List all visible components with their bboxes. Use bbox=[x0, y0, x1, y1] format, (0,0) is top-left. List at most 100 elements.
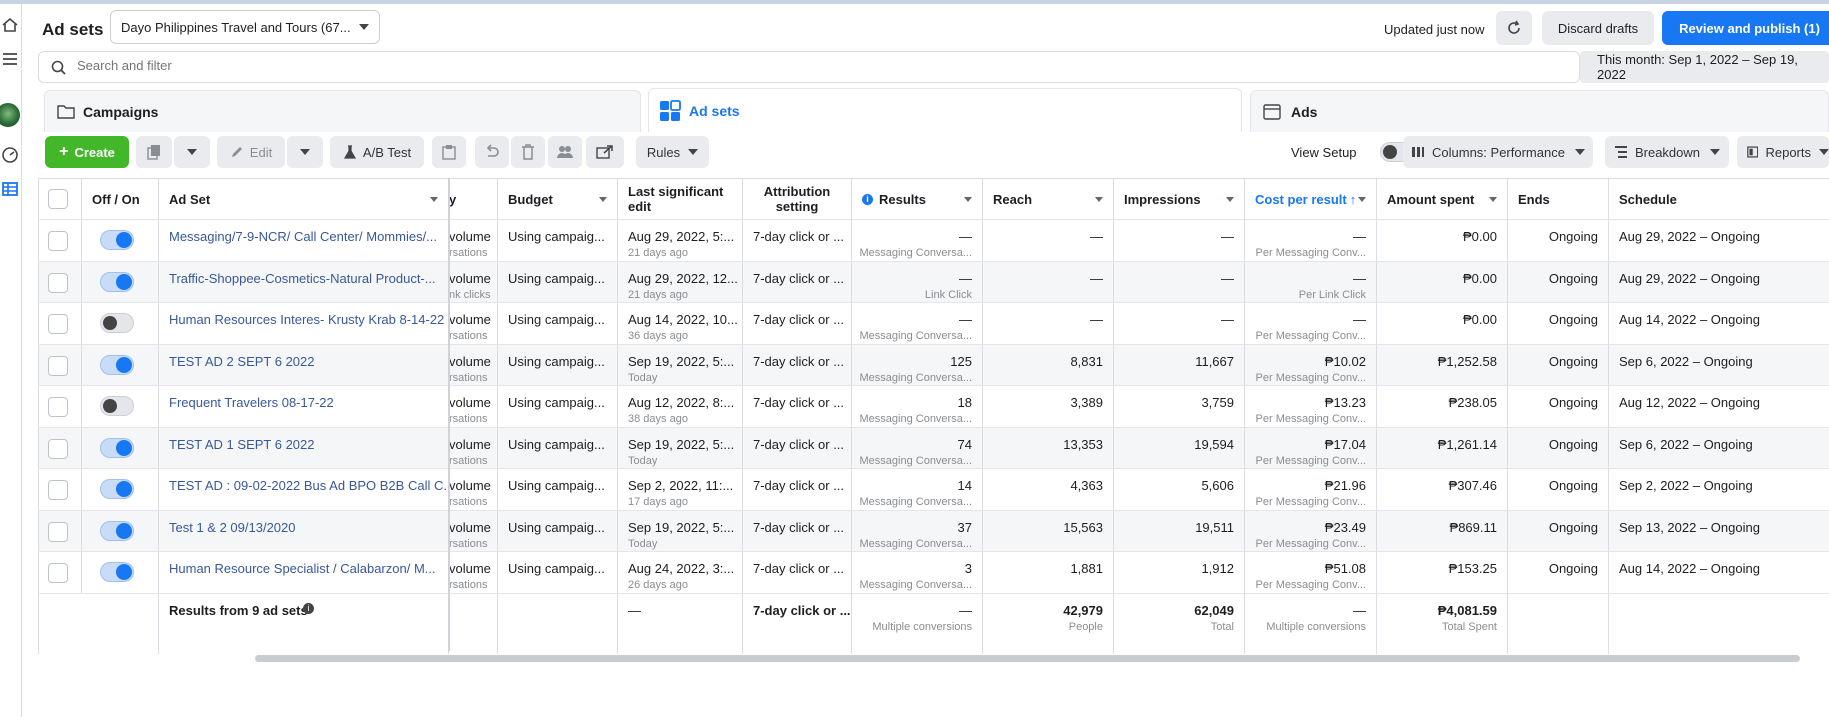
results-subtext: Messaging Conversa... bbox=[859, 247, 973, 259]
col-off-on[interactable]: Off / On bbox=[82, 179, 159, 219]
home-icon[interactable] bbox=[1, 16, 19, 34]
attr-value: 7-day click or ... bbox=[753, 478, 845, 493]
table-row[interactable]: Human Resource Specialist / Calabarzon/ … bbox=[38, 552, 1829, 594]
delivery-toggle[interactable] bbox=[100, 437, 134, 458]
edit-dropdown[interactable] bbox=[287, 136, 323, 168]
audience-button[interactable] bbox=[548, 136, 582, 168]
col-delivery[interactable]: y bbox=[449, 179, 498, 219]
discard-drafts-button[interactable]: Discard drafts bbox=[1542, 11, 1654, 45]
ad-set-name-link[interactable]: Messaging/7-9-NCR/ Call Center/ Mommies/… bbox=[169, 229, 437, 244]
delivery-toggle[interactable] bbox=[100, 271, 134, 292]
del-value: volume bbox=[449, 478, 491, 493]
col-reach[interactable]: Reach bbox=[983, 179, 1114, 219]
row-checkbox[interactable] bbox=[48, 438, 68, 459]
view-setup-label: View Setup bbox=[1291, 145, 1357, 160]
review-publish-button[interactable]: Review and publish (1) bbox=[1662, 11, 1829, 45]
menu-icon[interactable] bbox=[1, 50, 19, 68]
table-row[interactable]: Test 1 & 2 09/13/2020 volume rsations Using… bbox=[38, 510, 1829, 552]
table-row[interactable]: TEST AD 1 SEPT 6 2022 volume rsations Using… bbox=[38, 427, 1829, 469]
col-results[interactable]: i Results bbox=[852, 179, 983, 219]
account-selector[interactable]: Dayo Philippines Travel and Tours (67... bbox=[110, 10, 380, 44]
ad-set-name-link[interactable]: Traffic-Shoppee-Cosmetics-Natural Produc… bbox=[169, 271, 436, 286]
delivery-toggle[interactable] bbox=[100, 520, 134, 541]
duplicate-button[interactable] bbox=[136, 136, 172, 168]
reach-value: 8,831 bbox=[1070, 353, 1103, 369]
search-bar[interactable] bbox=[38, 51, 1580, 83]
avatar[interactable] bbox=[0, 103, 20, 127]
cpr-value: ₱10.02 bbox=[1324, 353, 1366, 369]
col-ends[interactable]: Ends bbox=[1508, 179, 1609, 219]
ad-set-name-link[interactable]: Test 1 & 2 09/13/2020 bbox=[169, 520, 295, 535]
ad-set-name-link[interactable]: Human Resources Interes- Krusty Krab 8-1… bbox=[169, 312, 444, 327]
del-subtext: rsations bbox=[449, 454, 488, 467]
ad-set-name-link[interactable]: TEST AD 2 SEPT 6 2022 bbox=[169, 354, 315, 369]
breakdown-button[interactable]: Breakdown bbox=[1605, 136, 1729, 168]
table-row[interactable]: Traffic-Shoppee-Cosmetics-Natural Produc… bbox=[38, 261, 1829, 303]
ad-set-name-cell: TEST AD : 09-02-2022 Bus Ad BPO B2B Call… bbox=[159, 469, 449, 510]
delivery-toggle[interactable] bbox=[100, 354, 134, 375]
tab-ads[interactable]: Ads bbox=[1250, 90, 1829, 132]
clipboard-button[interactable] bbox=[432, 136, 466, 168]
row-checkbox[interactable] bbox=[48, 563, 68, 583]
row-checkbox[interactable] bbox=[48, 397, 68, 417]
delivery-toggle[interactable] bbox=[100, 396, 134, 416]
undo-button[interactable] bbox=[475, 136, 509, 168]
reports-button[interactable]: Reports bbox=[1737, 136, 1829, 168]
col-cost-per-result[interactable]: Cost per result ↑ bbox=[1245, 179, 1377, 219]
col-attribution[interactable]: Attribution setting bbox=[743, 179, 852, 219]
results-subtext: Messaging Conversa... bbox=[859, 496, 973, 508]
table-row[interactable]: TEST AD 2 SEPT 6 2022 volume rsations Using… bbox=[38, 344, 1829, 386]
col-schedule[interactable]: Schedule bbox=[1609, 179, 1829, 219]
refresh-button[interactable] bbox=[1496, 11, 1532, 45]
ab-test-button[interactable]: A/B Test bbox=[330, 136, 424, 168]
col-budget[interactable]: Budget bbox=[498, 179, 618, 219]
tab-campaigns[interactable]: Campaigns bbox=[44, 90, 641, 132]
select-all-checkbox[interactable] bbox=[48, 189, 68, 209]
budget-value: Using campaig... bbox=[508, 519, 605, 535]
cell-impr: 19,594 bbox=[1114, 427, 1245, 468]
cell-schedule: Aug 29, 2022 – Ongoing bbox=[1609, 262, 1829, 303]
tab-ad-sets[interactable]: Ad sets bbox=[648, 88, 1242, 132]
delivery-toggle[interactable] bbox=[100, 313, 134, 333]
rules-button[interactable]: Rules bbox=[636, 136, 709, 168]
table-icon[interactable] bbox=[1, 180, 19, 198]
cell-cpr: ₱17.04 Per Messaging Conv... bbox=[1245, 427, 1377, 468]
row-checkbox[interactable] bbox=[48, 521, 68, 542]
table-row[interactable]: Human Resources Interes- Krusty Krab 8-1… bbox=[38, 303, 1829, 345]
columns-button[interactable]: Columns: Performance bbox=[1403, 136, 1593, 168]
delivery-toggle[interactable] bbox=[100, 562, 134, 582]
row-checkbox[interactable] bbox=[48, 272, 68, 293]
col-last-edit[interactable]: Last significant edit bbox=[618, 179, 743, 219]
info-icon[interactable]: i bbox=[303, 603, 314, 614]
horizontal-scrollbar[interactable] bbox=[255, 655, 1800, 662]
edit-button[interactable]: Edit bbox=[217, 136, 285, 168]
gauge-icon[interactable] bbox=[1, 146, 19, 164]
ad-set-name-link[interactable]: Human Resource Specialist / Calabarzon/ … bbox=[169, 561, 436, 576]
date-range-picker[interactable]: This month: Sep 1, 2022 – Sep 19, 2022 bbox=[1580, 51, 1829, 83]
create-button[interactable]: + Create bbox=[45, 136, 129, 168]
delete-button[interactable] bbox=[511, 136, 545, 168]
delivery-toggle[interactable] bbox=[100, 230, 134, 250]
cell-cpr: — Per Messaging Conv... bbox=[1245, 220, 1377, 261]
row-checkbox[interactable] bbox=[48, 231, 68, 251]
ad-set-name-link[interactable]: Frequent Travelers 08-17-22 bbox=[169, 395, 334, 410]
row-checkbox[interactable] bbox=[48, 314, 68, 334]
export-button[interactable] bbox=[586, 136, 624, 168]
search-input[interactable] bbox=[77, 58, 977, 73]
col-ad-set[interactable]: Ad Set bbox=[159, 179, 449, 219]
duplicate-dropdown[interactable] bbox=[174, 136, 210, 168]
row-checkbox[interactable] bbox=[48, 355, 68, 376]
col-impressions[interactable]: Impressions bbox=[1114, 179, 1245, 219]
ad-set-name-link[interactable]: TEST AD 1 SEPT 6 2022 bbox=[169, 437, 315, 452]
table-row[interactable]: TEST AD : 09-02-2022 Bus Ad BPO B2B Call… bbox=[38, 469, 1829, 511]
delivery-toggle[interactable] bbox=[100, 479, 134, 499]
table-row[interactable]: Messaging/7-9-NCR/ Call Center/ Mommies/… bbox=[38, 220, 1829, 262]
ad-set-name-link[interactable]: TEST AD : 09-02-2022 Bus Ad BPO B2B Call… bbox=[169, 478, 448, 493]
row-checkbox[interactable] bbox=[48, 480, 68, 500]
del-value: volume bbox=[449, 561, 491, 576]
cpr-subtext: Per Messaging Conv... bbox=[1255, 537, 1366, 550]
table-row[interactable]: Frequent Travelers 08-17-22 volume rsation… bbox=[38, 386, 1829, 428]
col-amount-spent[interactable]: Amount spent bbox=[1377, 179, 1508, 219]
spent-value: ₱307.46 bbox=[1448, 478, 1497, 493]
select-cell bbox=[38, 344, 82, 385]
